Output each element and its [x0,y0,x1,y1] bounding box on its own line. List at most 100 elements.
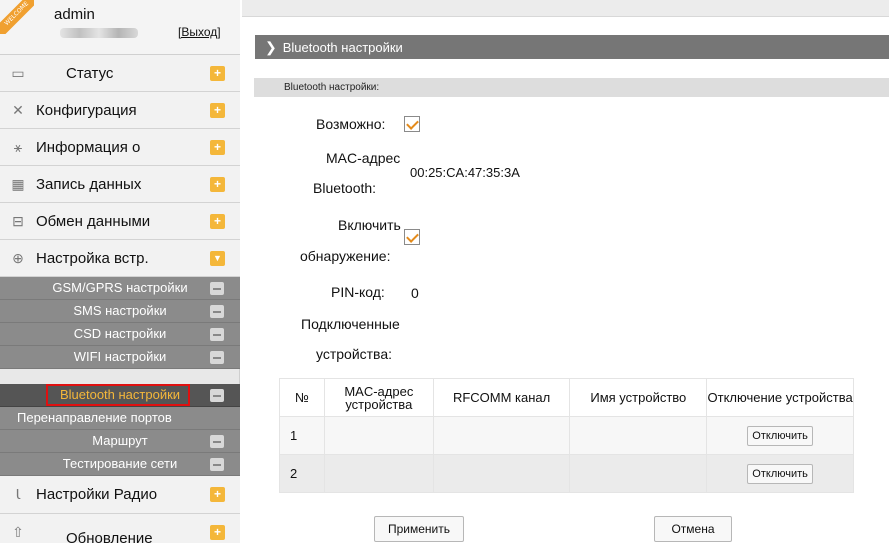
subnav-route-label: Маршрут [92,433,148,448]
subnav-sms[interactable]: SMS настройки [0,300,240,323]
col-channel: RFCOMM канал [432,378,571,417]
devices-table: № MAC-адрес устройства RFCOMM канал Имя … [279,378,854,493]
disconnect-button[interactable]: Отключить [747,425,813,446]
connected-label-line2: устройства: [316,346,393,362]
apply-button[interactable]: Применить [374,516,464,542]
enable-checkbox[interactable] [404,116,420,132]
subnav-route[interactable]: Маршрут [0,430,240,453]
nav-info-label: Информация о [36,138,141,156]
expand-icon[interactable]: + [210,103,225,118]
col-no: № [279,378,325,417]
table-row: 2 Отключить [279,454,854,493]
nav-configuration[interactable]: ✕ Конфигурация + [0,92,240,129]
row-mac [323,416,434,455]
mac-value: 00:25:CA:47:35:3A [410,165,520,180]
subnav-gsm[interactable]: GSM/GPRS настройки [0,277,240,300]
welcome-ribbon-text: WELCOME [0,0,34,34]
row-mac [323,454,434,493]
expand-icon[interactable]: + [210,487,225,502]
nav-device-settings-label: Настройка встр. [36,249,149,267]
radio-icon: Ꙇ [15,486,21,502]
top-strip [242,0,889,17]
calendar-icon: ▦ [11,175,25,192]
minus-icon [210,389,224,402]
row-action-cell: Отключить [706,416,854,455]
cancel-button[interactable]: Отмена [654,516,732,542]
minus-icon [210,458,224,471]
nav-update-label: Обновление [66,530,153,543]
nav-status-label: Статус [66,64,114,82]
nav-device-settings[interactable]: ⊕ Настройка встр. ▼ [0,240,240,277]
network-icon: ⊟ [12,212,24,229]
username: admin [54,6,95,23]
nav-data-exchange[interactable]: ⊟ Обмен данными + [0,203,240,240]
globe-icon: ⊕ [12,249,24,266]
minus-icon [210,282,224,295]
col-disconnect: Отключение устройства [706,378,854,417]
expand-icon[interactable]: + [210,177,225,192]
nav-radio-label: Настройки Радио [36,486,158,503]
nav-data-record-label: Запись данных [36,175,142,193]
expand-icon[interactable]: + [210,140,225,155]
row-no: 1 [279,416,325,455]
page-title-bar: ❯ Bluetooth настройки [255,35,889,59]
nav-data-exchange-label: Обмен данными [36,212,151,230]
discover-checkbox[interactable] [404,229,420,245]
minus-icon [210,305,224,318]
enable-label: Возможно: [316,116,386,132]
active-highlight [46,384,190,406]
chevron-right-icon: ❯ [265,39,277,55]
disconnect-button[interactable]: Отключить [747,463,813,484]
row-channel [432,416,571,455]
row-no: 2 [279,454,325,493]
nav-info[interactable]: ⚹ Информация о + [0,129,240,166]
row-name [569,416,708,455]
collapse-icon[interactable]: ▼ [210,251,225,266]
nav-status[interactable]: ▭ Статус + [0,55,240,92]
subnav-wifi[interactable]: WIFI настройки [0,346,240,369]
mac-label-line2: Bluetooth: [313,180,377,196]
nav-data-record[interactable]: ▦ Запись данных + [0,166,240,203]
page-title: Bluetooth настройки [282,40,403,55]
subnav-port-forwarding-label: Перенаправление портов [17,410,172,425]
discover-label-line1: Включить [338,217,401,233]
monitor-icon: ▭ [11,64,25,81]
subnav-wifi-label: WIFI настройки [73,349,167,364]
row-channel [432,454,571,493]
subnav-network-test[interactable]: Тестирование сети [0,453,240,476]
row-action-cell: Отключить [706,454,854,493]
minus-icon [210,435,224,448]
subnav-csd[interactable]: CSD настройки [0,323,240,346]
user-info-blurred [60,28,138,38]
col-mac: MAC-адрес устройства [323,378,434,417]
nav-update[interactable]: ⇧ Обновление + [0,514,240,543]
table-header-row: № MAC-адрес устройства RFCOMM канал Имя … [279,378,854,417]
mac-label-line1: MAC-адрес [326,150,401,166]
satellite-icon: ⚹ [13,138,23,155]
logout-link[interactable]: [Выход] [178,25,221,39]
subnav-gsm-label: GSM/GPRS настройки [52,280,188,295]
user-panel: WELCOME admin [Выход] [0,0,240,55]
subnav-csd-label: CSD настройки [73,326,167,341]
welcome-ribbon: WELCOME [0,0,34,34]
upload-icon: ⇧ [12,524,24,540]
pin-value: 0 [411,285,419,301]
pin-label: PIN-код: [331,284,385,300]
expand-icon[interactable]: + [210,214,225,229]
expand-icon[interactable]: + [210,66,225,81]
minus-icon [210,328,224,341]
subnav-network-test-label: Тестирование сети [62,456,178,471]
discover-label-line2: обнаружение: [300,248,391,264]
sidebar: WELCOME admin [Выход] ▭ Статус + ✕ Конфи… [0,0,240,543]
nav-configuration-label: Конфигурация [36,101,137,119]
subnav-sms-label: SMS настройки [73,303,167,318]
expand-icon[interactable]: + [210,525,225,540]
tools-icon: ✕ [12,101,24,118]
table-row: 1 Отключить [279,416,854,455]
subnav-port-forwarding[interactable]: Перенаправление портов [0,407,240,430]
minus-icon [210,351,224,364]
nav-radio[interactable]: Ꙇ Настройки Радио + [0,476,240,514]
app-root: WELCOME admin [Выход] ▭ Статус + ✕ Конфи… [0,0,889,543]
panel-header: Bluetooth настройки: [254,78,889,97]
row-name [569,454,708,493]
